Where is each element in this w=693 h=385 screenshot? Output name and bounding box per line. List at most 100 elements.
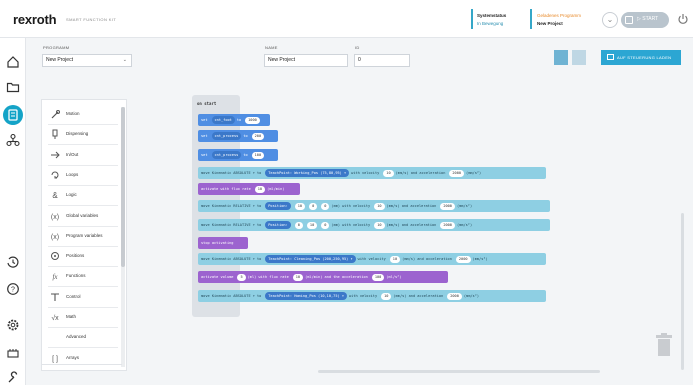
- block-value-input[interactable]: 2000: [447, 292, 462, 300]
- palette-item-in-out[interactable]: In/Out: [42, 146, 120, 164]
- palette-item-program-variables[interactable]: (x) Program variables: [42, 227, 120, 245]
- block-dropdown[interactable]: TeachPoint: Working_Pos (75,80,95) ▾: [265, 169, 350, 177]
- block-text: to: [256, 294, 262, 298]
- block-value-input[interactable]: 0: [321, 221, 330, 229]
- system-status-value: In Bewegung: [477, 21, 504, 26]
- program-label: PROGRAMM: [43, 45, 70, 50]
- block-text: set: [201, 118, 208, 122]
- trash-icon[interactable]: [656, 333, 672, 357]
- help-icon[interactable]: ?: [6, 282, 20, 296]
- block-dropdown[interactable]: Position:: [265, 202, 291, 210]
- palette-item-dispensing[interactable]: Dispensing: [42, 125, 120, 143]
- dispensing-block[interactable]: activate with flux rate 10 (ml/min): [198, 183, 300, 195]
- block-dropdown[interactable]: Position:: [265, 221, 291, 229]
- program-icon: [8, 109, 18, 121]
- block-value-input[interactable]: 100: [371, 273, 385, 281]
- block-text: (mm/s²): [472, 257, 488, 261]
- block-text: with velocity: [349, 294, 378, 298]
- block-value-input[interactable]: 10: [294, 202, 306, 210]
- folder-icon[interactable]: [6, 80, 20, 94]
- set-variable-block[interactable]: set cnt_process to 100: [198, 149, 278, 161]
- palette-item-loops[interactable]: Loops: [42, 166, 120, 184]
- move-kinematic-block[interactable]: move Kinematic ABSOLUTE ▾ to TeachPoint: Ho…: [198, 290, 546, 302]
- palette-item-positions[interactable]: Positions: [42, 247, 120, 265]
- chevron-down-button[interactable]: ⌄: [602, 12, 618, 28]
- diagnostics-icon[interactable]: [6, 346, 20, 360]
- start-button[interactable]: ▷ START: [621, 12, 669, 28]
- block-dropdown[interactable]: cnt_process: [211, 151, 242, 159]
- move-kinematic-block[interactable]: move Kinematic ABSOLUTE ▾ to TeachPoint: Cl…: [198, 253, 546, 265]
- history-icon[interactable]: [6, 255, 20, 269]
- block-text: (ml/min): [267, 187, 285, 191]
- palette-item-label: Arrays: [66, 354, 80, 360]
- block-value-input[interactable]: 0: [309, 202, 318, 210]
- block-value-input[interactable]: 1000: [245, 116, 260, 124]
- wrench-icon[interactable]: [6, 371, 20, 385]
- block-value-input[interactable]: 2000: [449, 169, 465, 177]
- palette-item-functions[interactable]: fx Functions: [42, 267, 120, 285]
- block-dropdown[interactable]: TeachPoint: Homing_Pos (10,10,75) ▾: [265, 292, 347, 300]
- start-label: ▷ START: [637, 16, 659, 22]
- power-icon[interactable]: [677, 13, 689, 25]
- download-button[interactable]: [554, 50, 568, 65]
- block-dropdown[interactable]: TeachPoint: Cleaning_Pos (200,250,95) ▾: [265, 255, 356, 263]
- block-value-input[interactable]: 10: [254, 185, 266, 193]
- set-variable-block[interactable]: set cnt_process to 200: [198, 130, 278, 142]
- id-field[interactable]: 0: [354, 54, 410, 67]
- block-value-input[interactable]: 0: [321, 202, 330, 210]
- palette-scroll-thumb[interactable]: [121, 107, 125, 267]
- settings-icon[interactable]: [6, 318, 20, 332]
- program-variables-icon: (x): [51, 234, 59, 241]
- block-value-input[interactable]: 5: [237, 273, 246, 281]
- network-icon[interactable]: [6, 133, 20, 147]
- move-kinematic-block[interactable]: move Kinematic RELATIVE ▾ to Position: 0 10 0(…: [198, 219, 550, 231]
- block-value-input[interactable]: 2000: [440, 202, 455, 210]
- block-value-input[interactable]: 100: [251, 151, 265, 159]
- block-dropdown[interactable]: cnt_foot: [211, 116, 235, 124]
- palette-item-global-variables[interactable]: (x) Global variables: [42, 207, 120, 225]
- block-text: (mm/s²): [463, 294, 480, 298]
- palette-item-control[interactable]: Control: [42, 288, 120, 306]
- block-value-input[interactable]: 10: [381, 292, 392, 300]
- program-select[interactable]: New Project ⌄: [42, 54, 132, 67]
- palette-scrollbar[interactable]: [121, 107, 125, 367]
- palette-item-logic[interactable]: & Logic: [42, 186, 120, 204]
- block-text: to: [256, 204, 262, 208]
- delete-button[interactable]: [572, 50, 586, 65]
- block-text: ABSOLUTE ▾: [233, 257, 255, 261]
- block-value-input[interactable]: 10: [389, 255, 401, 263]
- palette-item-math[interactable]: √x Math: [42, 308, 120, 326]
- name-field[interactable]: New Project: [264, 54, 348, 67]
- arrays-icon: [ ]: [52, 356, 58, 363]
- dispensing-block[interactable]: activate volume 5 (ml) with flux rate 10 (ml…: [198, 271, 448, 283]
- block-value-input[interactable]: 200: [251, 132, 265, 140]
- block-text: (mm/s²): [466, 171, 482, 175]
- block-text: (ml/s²): [386, 275, 402, 279]
- block-value-input[interactable]: 0: [294, 221, 303, 229]
- dispensing-block[interactable]: stop activating: [198, 237, 248, 249]
- block-text: stop activating: [201, 241, 234, 245]
- home-icon[interactable]: [6, 55, 20, 69]
- move-kinematic-block[interactable]: move Kinematic ABSOLUTE ▾ to TeachPoint: Wo…: [198, 167, 546, 179]
- palette-item-motion[interactable]: Motion: [42, 105, 120, 123]
- program-editor-nav[interactable]: [3, 105, 23, 125]
- block-value-input[interactable]: 10: [374, 202, 385, 210]
- move-kinematic-block[interactable]: move Kinematic RELATIVE ▾ to Position: 10 0 0(…: [198, 200, 550, 212]
- upload-to-controller-button[interactable]: AUF STEUERUNG LADEN: [601, 50, 681, 65]
- block-value-input[interactable]: 10: [292, 273, 304, 281]
- set-variable-block[interactable]: set cnt_foot to 1000: [198, 114, 270, 126]
- block-value-input[interactable]: 10: [383, 169, 394, 177]
- block-text: (mm/s²): [456, 204, 473, 208]
- block-text: (ml) with flux rate: [247, 275, 289, 279]
- workspace-vertical-scrollbar[interactable]: [681, 213, 684, 370]
- palette-item-advanced[interactable]: Advanced: [42, 328, 120, 346]
- block-value-input[interactable]: 10: [374, 221, 385, 229]
- block-text: to: [243, 153, 248, 157]
- block-text: (mm/s) and acceleration: [395, 171, 446, 175]
- block-value-input[interactable]: 10: [306, 221, 318, 229]
- workspace-horizontal-scrollbar[interactable]: [318, 370, 600, 373]
- block-value-input[interactable]: 2000: [440, 221, 455, 229]
- block-value-input[interactable]: 2000: [455, 255, 471, 263]
- dispensing-icon: [52, 129, 58, 140]
- block-dropdown[interactable]: cnt_process: [211, 132, 242, 140]
